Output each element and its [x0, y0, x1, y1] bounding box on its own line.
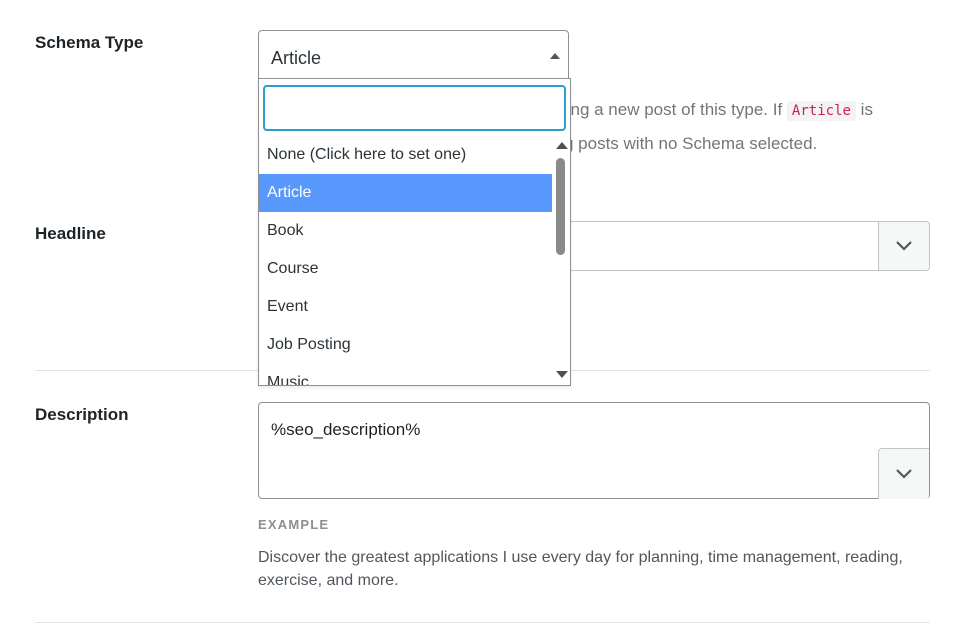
dropdown-option-book[interactable]: Book [259, 212, 552, 250]
description-expand-button[interactable] [878, 448, 929, 499]
dropdown-search-input[interactable] [263, 85, 566, 131]
schema-type-select[interactable]: Article [258, 30, 569, 79]
dropdown-option-article[interactable]: Article [259, 174, 552, 212]
scroll-down-arrow-icon[interactable] [556, 371, 568, 378]
headline-expand-button[interactable] [878, 222, 929, 270]
headline-label: Headline [35, 224, 106, 243]
schema-type-help-line-1: ting a new post of this type. If Article… [562, 100, 873, 121]
description-value: %seo_description% [271, 420, 421, 439]
description-label: Description [35, 405, 129, 424]
scroll-up-arrow-icon[interactable] [556, 142, 568, 149]
dropdown-option-music[interactable]: Music [259, 364, 552, 385]
example-text: Discover the greatest applications I use… [258, 549, 903, 589]
dropdown-option-event[interactable]: Event [259, 288, 552, 326]
section-divider-bottom [35, 622, 930, 623]
dropdown-option-none[interactable]: None (Click here to set one) [259, 136, 552, 174]
schema-type-selected-value: Article [271, 48, 322, 68]
chevron-down-icon [896, 241, 912, 251]
schema-type-dropdown: None (Click here to set one) Article Boo… [258, 78, 571, 386]
description-field[interactable]: %seo_description% [258, 402, 930, 499]
dropdown-option-course[interactable]: Course [259, 250, 552, 288]
schema-type-help-line-2: g posts with no Schema selected. [564, 134, 818, 153]
dropdown-scrollbar[interactable] [552, 136, 570, 385]
chevron-down-icon [896, 469, 912, 479]
scrollbar-thumb[interactable] [556, 158, 565, 255]
schema-type-label: Schema Type [35, 33, 144, 52]
help-code-article: Article [786, 101, 856, 121]
dropdown-option-job-posting[interactable]: Job Posting [259, 326, 552, 364]
example-label: EXAMPLE [258, 517, 330, 532]
dropdown-options-list: None (Click here to set one) Article Boo… [259, 136, 552, 385]
caret-up-icon [550, 53, 560, 59]
